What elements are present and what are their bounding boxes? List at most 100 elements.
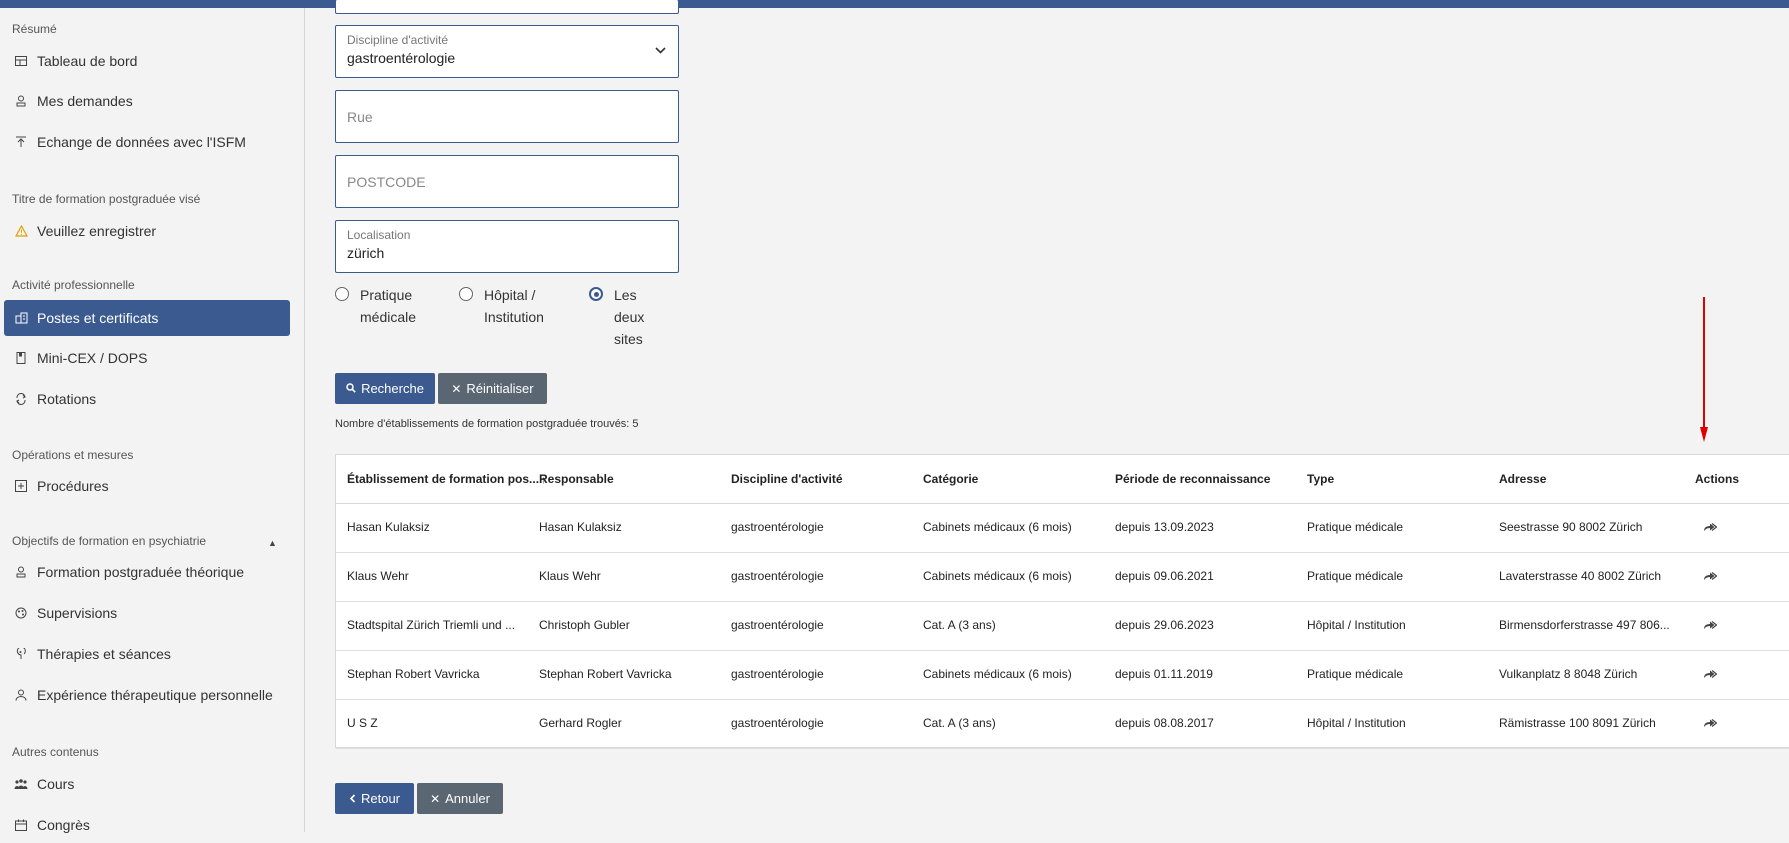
cancel-button[interactable]: ✕ Annuler (417, 783, 503, 814)
sidebar-item-procedures[interactable]: Procédures (4, 468, 290, 504)
dashboard-icon (14, 54, 28, 68)
table-cell: Hasan Kulaksiz (539, 520, 622, 534)
results-table: Établissement de formation pos... ↑ Respo… (335, 454, 1789, 749)
sidebar-item-label: Veuillez enregistrer (37, 223, 157, 239)
radio-button-checked[interactable] (589, 287, 603, 301)
discipline-select[interactable]: Discipline d'activité gastroentérologie (335, 25, 679, 78)
table-cell: Stadtspital Zürich Triemli und ... (347, 618, 516, 632)
sidebar-item-label: Formation postgraduée théorique (37, 564, 245, 580)
back-button[interactable]: Retour (335, 783, 414, 814)
row-action-forward-icon[interactable] (1703, 521, 1718, 533)
sidebar-item-data-exchange[interactable]: Echange de données avec l'ISFM (4, 124, 290, 160)
table-cell: Pratique médicale (1307, 520, 1404, 534)
table-cell: Klaus Wehr (539, 569, 601, 583)
table-cell: Klaus Wehr (347, 569, 409, 583)
annotation-arrow-icon (1700, 297, 1708, 442)
location-input[interactable]: Localisation zürich (335, 220, 679, 273)
column-header-category[interactable]: Catégorie (923, 455, 978, 503)
sidebar-item-label: Procédures (37, 478, 109, 494)
sidebar-item-please-register[interactable]: Veuillez enregistrer (4, 213, 290, 249)
table-cell: Hasan Kulaksiz (347, 520, 430, 534)
stamp-icon (14, 565, 28, 579)
table-cell: depuis 29.06.2023 (1115, 618, 1214, 632)
chevron-down-icon (655, 41, 666, 59)
table-cell: Cabinets médicaux (6 mois) (923, 569, 1072, 583)
row-action-forward-icon[interactable] (1703, 570, 1718, 582)
column-header-actions: Actions (1695, 472, 1740, 486)
results-count: Nombre d'établissements de formation pos… (335, 418, 639, 430)
sidebar-item-label: Supervisions (37, 605, 118, 621)
table-row: Hasan Kulaksiz Hasan Kulaksiz gastroentéro… (336, 503, 1789, 553)
sidebar-item-supervisions[interactable]: Supervisions (4, 595, 290, 631)
upload-icon (14, 135, 28, 149)
sidebar-item-rotations[interactable]: Rotations (4, 381, 290, 417)
sidebar-item-label: Tableau de bord (37, 53, 138, 69)
sidebar-item-label: Echange de données avec l'ISFM (37, 134, 246, 150)
table-cell: gastroentérologie (731, 618, 824, 632)
column-header-discipline[interactable]: Discipline d'activité (731, 455, 843, 503)
table-row: Klaus Wehr Klaus Wehr gastroentérologie Cab… (336, 552, 1789, 602)
rotate-icon (14, 392, 28, 406)
table-cell: gastroentérologie (731, 569, 824, 583)
table-cell: Vulkanplatz 8 8048 Zürich (1499, 667, 1638, 681)
table-cell: Gerhard Rogler (539, 716, 622, 730)
sidebar-item-label: Rotations (37, 391, 97, 407)
bookmark-icon (14, 351, 28, 365)
street-input[interactable]: Rue (335, 90, 679, 143)
user-icon (14, 688, 28, 702)
table-cell: Pratique médicale (1307, 569, 1404, 583)
column-header-type[interactable]: Type (1307, 455, 1334, 503)
sidebar-item-dashboard[interactable]: Tableau de bord (4, 43, 290, 79)
sidebar-item-congresses[interactable]: Congrès (4, 807, 290, 843)
radio-button[interactable] (459, 287, 473, 301)
row-action-forward-icon[interactable] (1703, 668, 1718, 680)
reset-button-label: Réinitialiser (466, 381, 534, 396)
search-button[interactable]: Recherche (335, 373, 435, 404)
column-header-address[interactable]: Adresse (1499, 455, 1546, 503)
calendar-icon (14, 818, 28, 832)
section-title-professional-activity: Activité professionnelle (12, 278, 135, 292)
radio-label-line: Hôpital / (484, 287, 536, 303)
table-cell: Rämistrasse 100 8091 Zürich (1499, 716, 1656, 730)
reset-button[interactable]: ✕ Réinitialiser (438, 373, 547, 404)
warning-icon (14, 224, 28, 238)
sidebar-item-mini-cex-dops[interactable]: Mini-CEX / DOPS (4, 340, 290, 376)
previous-field-partial[interactable] (335, 0, 679, 14)
location-label: Localisation (347, 228, 411, 242)
radio-button[interactable] (335, 287, 349, 301)
column-header-responsible[interactable]: Responsable (539, 455, 614, 503)
sidebar-item-theoretical-training[interactable]: Formation postgraduée théorique (4, 554, 290, 590)
table-cell: Stephan Robert Vavricka (539, 667, 672, 681)
sidebar-item-courses[interactable]: Cours (4, 766, 290, 802)
table-cell: Christoph Gubler (539, 618, 630, 632)
table-cell: Hôpital / Institution (1307, 618, 1406, 632)
top-bar (0, 0, 1789, 8)
sidebar-item-my-requests[interactable]: Mes demandes (4, 83, 290, 119)
close-icon: ✕ (430, 791, 441, 806)
search-button-label: Recherche (361, 381, 424, 396)
row-action-forward-icon[interactable] (1703, 619, 1718, 631)
street-placeholder: Rue (347, 109, 373, 125)
postcode-input[interactable]: POSTCODE (335, 155, 679, 208)
plus-square-icon (14, 479, 28, 493)
radio-label-line: deux (614, 309, 645, 325)
building-icon (14, 311, 28, 325)
sidebar-item-therapies-sessions[interactable]: Thérapies et séances (4, 636, 290, 672)
column-header-recognition-period[interactable]: Période de reconnaissance (1115, 455, 1270, 503)
chevron-left-icon (349, 792, 356, 806)
sidebar-item-personal-experience[interactable]: Expérience thérapeutique personnelle (4, 677, 290, 713)
table-cell: Cat. A (3 ans) (923, 716, 996, 730)
collapse-caret-icon[interactable]: ▲ (268, 538, 277, 548)
section-title-operations: Opérations et mesures (12, 448, 134, 462)
radio-label-line: médicale (360, 309, 417, 325)
sidebar-item-positions-certificates[interactable]: Postes et certificats (4, 300, 290, 336)
sidebar-item-label: Mini-CEX / DOPS (37, 350, 148, 366)
sidebar-item-label: Cours (37, 776, 75, 792)
column-header-establishment[interactable]: Établissement de formation pos... ↑ (347, 455, 546, 503)
section-title-psychiatry-objectives: Objectifs de formation en psychiatrie (12, 534, 207, 548)
row-action-forward-icon[interactable] (1703, 717, 1718, 729)
table-row: U S Z Gerhard Rogler gastroentérologie Cat.… (336, 699, 1789, 749)
section-title-target-title: Titre de formation postgraduée visé (12, 192, 201, 206)
table-cell: Birmensdorferstrasse 497 806... (1499, 618, 1670, 632)
sidebar-item-label: Congrès (37, 817, 90, 833)
